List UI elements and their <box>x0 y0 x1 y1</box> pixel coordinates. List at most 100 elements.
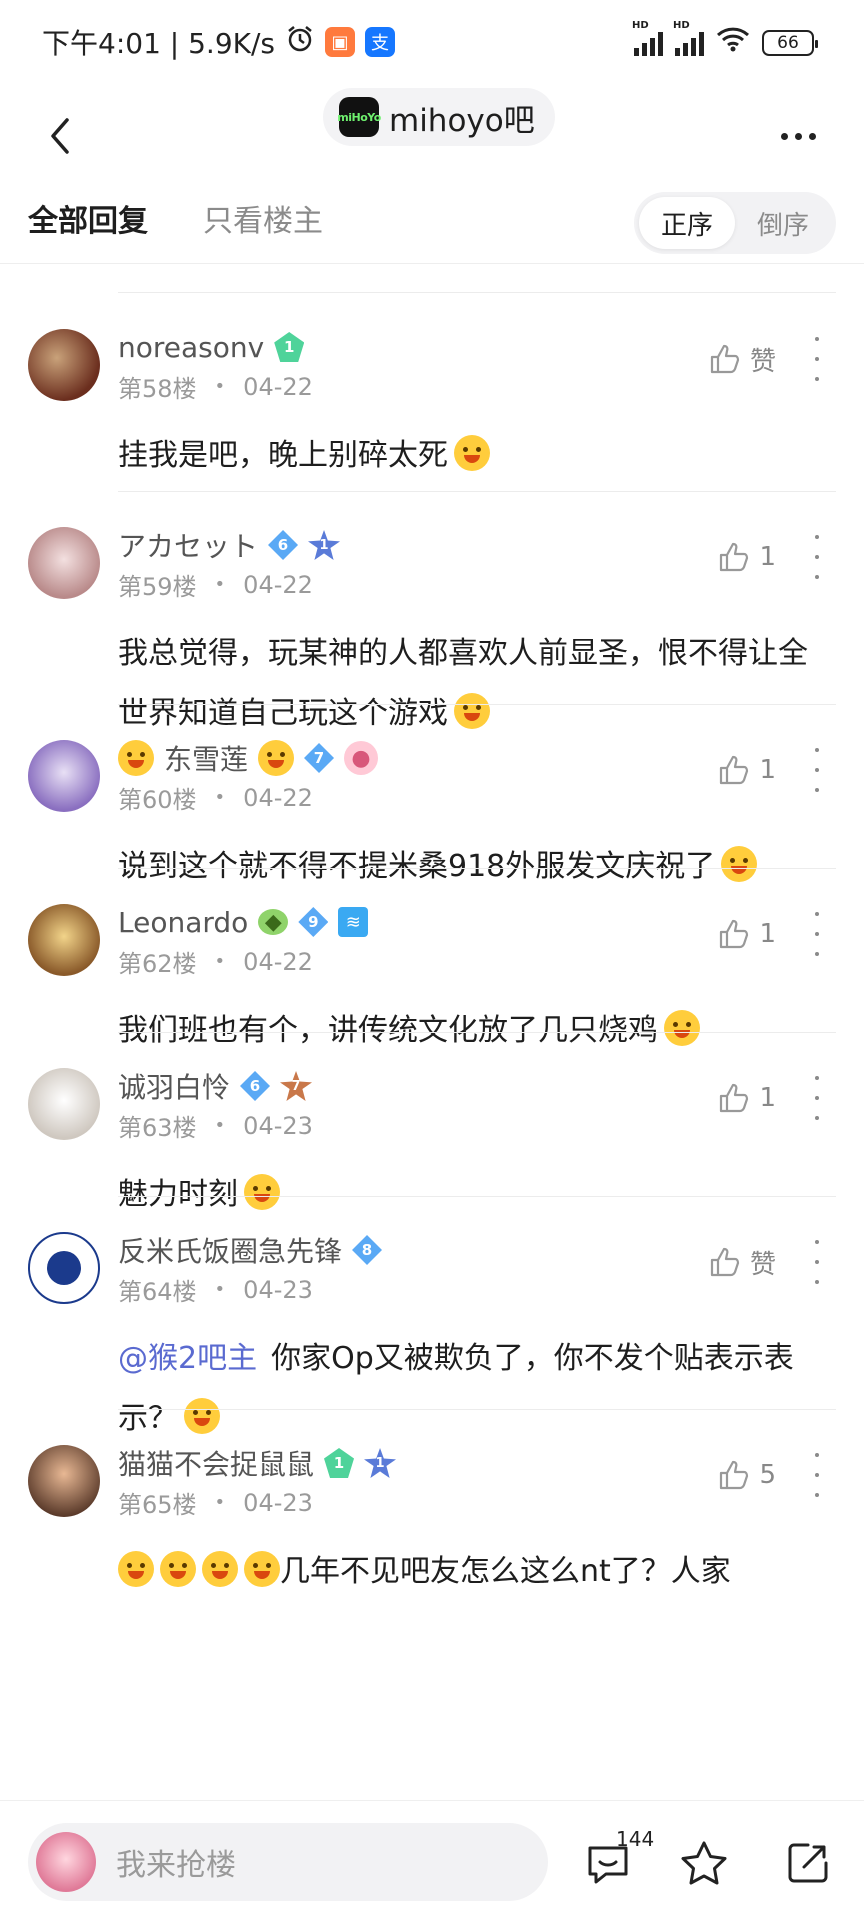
avatar[interactable] <box>28 904 100 976</box>
post-date: 04-22 <box>243 372 313 401</box>
heart-eyes-emoji-icon <box>118 740 154 776</box>
reply-more-button[interactable] <box>810 1453 824 1497</box>
username[interactable]: アカセット <box>118 525 258 565</box>
status-left: 下午4:01 | 5.9K/s ▣ 支 <box>42 22 396 62</box>
like-count: 1 <box>759 1083 776 1113</box>
floor-number: 第58楼 <box>118 375 197 403</box>
rofl-emoji-icon <box>202 1551 238 1587</box>
forum-name: mihoyo吧 <box>389 102 535 139</box>
wifi-icon <box>716 26 750 56</box>
member-star-badge: 1 <box>364 1448 397 1478</box>
like-count: 1 <box>759 542 776 572</box>
reply-more-button[interactable] <box>810 1076 824 1120</box>
share-button[interactable] <box>780 1835 836 1891</box>
floor-number: 第60楼 <box>118 786 197 814</box>
avatar[interactable] <box>28 1068 100 1140</box>
tab-all-replies[interactable]: 全部回复 <box>28 196 148 240</box>
like-button[interactable]: 1 <box>717 912 776 956</box>
reply-more-button[interactable] <box>810 535 824 579</box>
post-date: 04-23 <box>243 1275 313 1304</box>
level-badge: 8 <box>352 1235 383 1265</box>
reply-more-button[interactable] <box>810 912 824 956</box>
sort-ascending-button[interactable]: 正序 <box>639 197 735 249</box>
forum-chip[interactable]: miHoYo mihoyo吧 <box>323 88 555 146</box>
sort-descending-button[interactable]: 倒序 <box>735 197 831 249</box>
floor-number: 第65楼 <box>118 1491 197 1519</box>
share-icon <box>788 1843 828 1883</box>
like-button[interactable]: 5 <box>717 1453 776 1497</box>
like-count: 赞 <box>749 346 776 377</box>
reply-item: アカセット 6 1 第59楼 • 04-22 我总觉得，玩某神的人都喜欢人前显圣… <box>0 491 864 731</box>
post-date: 04-22 <box>243 783 313 812</box>
separator-dot: • <box>214 574 226 595</box>
level-badge: 7 <box>304 743 335 773</box>
yummy-emoji-icon <box>118 1551 154 1587</box>
separator-dot: • <box>214 1115 226 1136</box>
my-avatar <box>36 1832 96 1892</box>
username[interactable]: 诚羽白怜 <box>118 1066 230 1106</box>
yummy-emoji-icon <box>454 435 490 471</box>
member-star-badge: 1 <box>308 530 341 560</box>
reply-more-button[interactable] <box>810 337 824 381</box>
like-button[interactable]: 赞 <box>708 337 776 381</box>
avatar[interactable] <box>28 527 100 599</box>
back-button[interactable] <box>32 108 88 164</box>
like-button[interactable]: 1 <box>717 748 776 792</box>
member-star-badge: 7 <box>280 1071 313 1101</box>
reply-list: noreasonv 1 第58楼 • 04-22 挂我是吧，晚上别碎太死 赞 ア… <box>0 293 864 1609</box>
avatar[interactable] <box>28 740 100 812</box>
avatar[interactable] <box>28 329 100 401</box>
username[interactable]: 反米氏饭圈急先锋 <box>118 1230 342 1270</box>
reply-item: noreasonv 1 第58楼 • 04-22 挂我是吧，晚上别碎太死 赞 <box>0 293 864 492</box>
like-button[interactable]: 赞 <box>708 1240 776 1284</box>
separator-dot: • <box>214 1279 226 1300</box>
nav-bar: miHoYo mihoyo吧 <box>0 88 864 192</box>
favorite-button[interactable] <box>676 1835 732 1891</box>
status-time-speed: 下午4:01 | 5.9K/s <box>42 27 276 60</box>
reply-content: 挂我是吧，晚上别碎太死 <box>118 426 836 486</box>
username[interactable]: noreasonv <box>118 331 264 364</box>
level-badge: 1 <box>324 1448 355 1478</box>
reply-input[interactable]: 我来抢楼 <box>28 1823 548 1901</box>
reply-feed[interactable]: noreasonv 1 第58楼 • 04-22 挂我是吧，晚上别碎太死 赞 ア… <box>0 264 864 1800</box>
username[interactable]: 东雪莲 <box>164 738 248 778</box>
level-badge: 1 <box>274 332 305 362</box>
reply-item: 反米氏饭圈急先锋 8 第64楼 • 04-23 @猴2吧主 你家Op又被欺负了，你… <box>0 1196 864 1436</box>
username[interactable]: 猫猫不会捉鼠鼠 <box>118 1443 314 1483</box>
like-count: 1 <box>759 755 776 785</box>
signal-hd-label-2: HD <box>673 20 690 31</box>
pig-emoji-icon: ● <box>344 741 379 775</box>
bottom-bar: 我来抢楼 144 <box>0 1800 864 1920</box>
yummy-emoji-icon <box>160 1551 196 1587</box>
level-badge: 9 <box>298 907 329 937</box>
user-mention-link[interactable]: @猴2吧主 <box>118 1341 257 1376</box>
rofl-emoji-icon <box>244 1551 280 1587</box>
school-logo-icon <box>47 1251 81 1285</box>
post-date: 04-22 <box>243 570 313 599</box>
floor-number: 第59楼 <box>118 573 197 601</box>
username[interactable]: Leonardo <box>118 906 248 939</box>
like-button[interactable]: 1 <box>717 535 776 579</box>
star-icon <box>681 1841 727 1885</box>
reply-more-button[interactable] <box>810 1240 824 1284</box>
like-count: 5 <box>759 1460 776 1490</box>
reply-more-button[interactable] <box>810 748 824 792</box>
battery-level: 66 <box>777 33 799 53</box>
sort-order-toggle: 正序 倒序 <box>634 192 836 254</box>
post-date: 04-23 <box>243 1488 313 1517</box>
more-options-button[interactable] <box>770 108 826 164</box>
separator-dot: • <box>214 787 226 808</box>
separator-dot: • <box>214 951 226 972</box>
avatar[interactable] <box>28 1232 100 1304</box>
post-date: 04-22 <box>243 947 313 976</box>
thumbs-up-icon <box>720 919 749 949</box>
like-button[interactable]: 1 <box>717 1076 776 1120</box>
avatar[interactable] <box>28 1445 100 1517</box>
cell-signal-icon-2: HD <box>673 20 704 56</box>
forum-logo: miHoYo <box>337 97 381 137</box>
turtle-emoji-icon: ◆ <box>258 909 289 935</box>
separator-dot: • <box>214 1492 226 1513</box>
reply-item: Leonardo ◆ 9 ≋ 第62楼 • 04-22 我们班也有个，讲传统文化… <box>0 868 864 1048</box>
tab-op-only[interactable]: 只看楼主 <box>203 196 323 240</box>
chevron-left-icon <box>51 118 69 154</box>
